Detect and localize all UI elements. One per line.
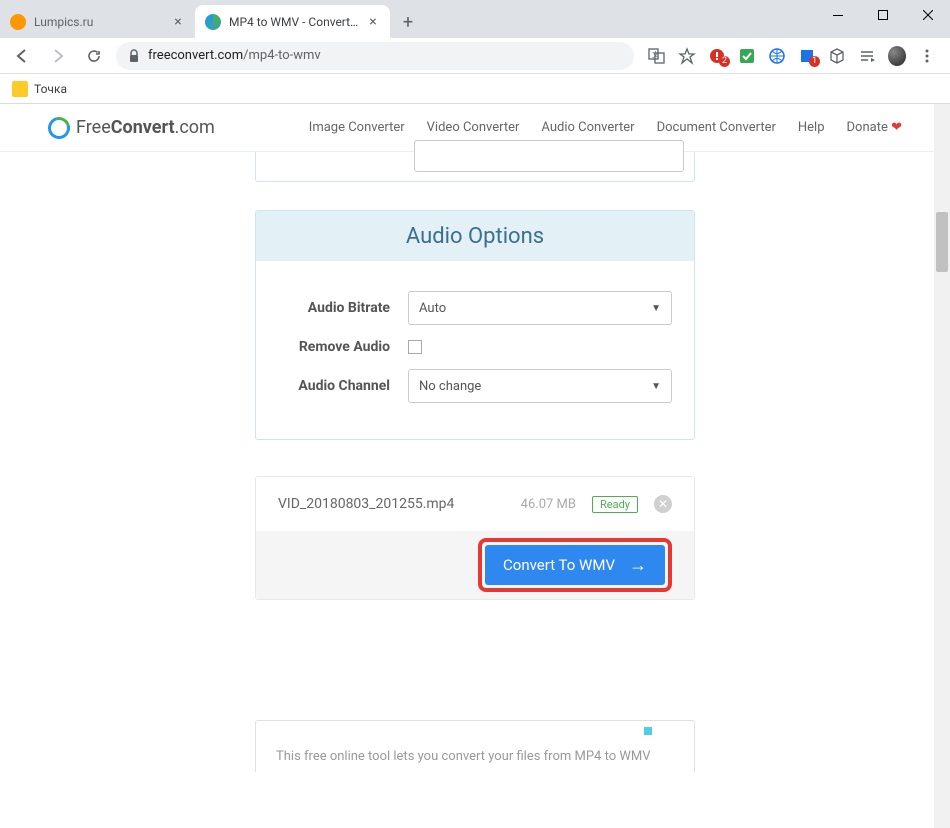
remove-audio-label: Remove Audio: [278, 339, 408, 355]
file-row: VID_20180803_201255.mp4 46.07 MB Ready ✕: [256, 477, 694, 531]
decorative-square: [644, 727, 652, 735]
heart-icon: ❤: [891, 120, 902, 135]
footer-text: This free online tool lets you convert y…: [276, 749, 651, 764]
channel-value: No change: [419, 379, 481, 394]
file-size: 46.07 MB: [521, 497, 576, 512]
file-status-badge: Ready: [592, 496, 638, 513]
chevron-down-icon: ▼: [651, 303, 661, 314]
vertical-scrollbar[interactable]: [934, 104, 950, 828]
chevron-down-icon: ▼: [651, 381, 661, 392]
address-bar[interactable]: freeconvert.com/mp4-to-wmv: [116, 42, 634, 70]
nav-document-converter[interactable]: Document Converter: [657, 120, 776, 135]
option-row-remove-audio: Remove Audio: [278, 339, 672, 355]
convert-button[interactable]: Convert To WMV →: [485, 545, 665, 585]
extension-blue-icon[interactable]: 1: [798, 47, 816, 65]
site-logo[interactable]: FreeConvert.com: [48, 117, 215, 139]
minimize-icon: [833, 15, 843, 16]
browser-toolbar: freeconvert.com/mp4-to-wmv 文 2 1: [0, 38, 950, 74]
nav-audio-converter[interactable]: Audio Converter: [541, 120, 634, 135]
arrow-right-icon: →: [629, 555, 647, 576]
page-viewport: FreeConvert.com Image Converter Video Co…: [0, 104, 950, 828]
nav-help[interactable]: Help: [798, 120, 825, 135]
profile-avatar[interactable]: [888, 47, 906, 65]
panel-heading: Audio Options: [256, 211, 694, 261]
remove-file-button[interactable]: ✕: [654, 495, 672, 513]
site-nav: Image Converter Video Converter Audio Co…: [309, 120, 902, 135]
bookmark-folder[interactable]: Точка: [12, 81, 67, 97]
logo-text: FreeConvert.com: [76, 117, 215, 138]
close-window-button[interactable]: [905, 0, 950, 30]
logo-icon: [44, 112, 74, 142]
favicon-icon: [205, 14, 221, 30]
menu-button[interactable]: [918, 47, 936, 65]
reload-button[interactable]: [80, 42, 108, 70]
close-icon: ✕: [658, 497, 668, 511]
nav-video-converter[interactable]: Video Converter: [427, 120, 520, 135]
svg-text:文: 文: [652, 50, 659, 59]
back-button[interactable]: [8, 42, 36, 70]
lock-icon: [128, 49, 140, 63]
nav-image-converter[interactable]: Image Converter: [309, 120, 405, 135]
scrollbar-thumb[interactable]: [936, 212, 948, 272]
minimize-button[interactable]: [815, 0, 860, 30]
convert-row: Convert To WMV →: [256, 531, 694, 599]
arrow-left-icon: [14, 48, 30, 64]
bookmarks-bar: Точка: [0, 74, 950, 104]
window-titlebar: Lumpics.ru × MP4 to WMV - Convert MP4 to…: [0, 0, 950, 38]
remove-audio-checkbox[interactable]: [408, 340, 422, 354]
extension-green-icon[interactable]: [738, 47, 756, 65]
maximize-icon: [878, 10, 888, 20]
extension-icons: 文 2 1: [642, 47, 942, 65]
option-row-bitrate: Audio Bitrate Auto ▼: [278, 291, 672, 325]
close-icon[interactable]: ×: [366, 15, 380, 29]
maximize-button[interactable]: [860, 0, 905, 30]
extension-red-icon[interactable]: 2: [708, 47, 726, 65]
browser-tab-inactive[interactable]: Lumpics.ru ×: [0, 5, 195, 38]
close-icon[interactable]: ×: [171, 15, 185, 29]
media-control-icon[interactable]: [858, 47, 876, 65]
previous-panel-stub: [255, 152, 695, 182]
tab-title: MP4 to WMV - Convert MP4 to W: [229, 15, 360, 29]
extension-cube-icon[interactable]: [828, 47, 846, 65]
highlight-annotation: Convert To WMV →: [478, 538, 672, 592]
page-content: Audio Options Audio Bitrate Auto ▼ Remov…: [0, 152, 950, 772]
reload-icon: [86, 48, 102, 64]
folder-icon: [12, 81, 28, 97]
url-text: freeconvert.com/mp4-to-wmv: [148, 48, 321, 63]
bitrate-value: Auto: [419, 301, 446, 316]
browser-tab-active[interactable]: MP4 to WMV - Convert MP4 to W ×: [195, 5, 390, 38]
bookmark-label: Точка: [34, 82, 67, 96]
forward-button[interactable]: [44, 42, 72, 70]
file-name: VID_20180803_201255.mp4: [278, 496, 505, 512]
channel-label: Audio Channel: [278, 378, 408, 394]
extension-globe-icon[interactable]: [768, 47, 786, 65]
option-row-channel: Audio Channel No change ▼: [278, 369, 672, 403]
bitrate-label: Audio Bitrate: [278, 300, 408, 316]
translate-icon[interactable]: 文: [648, 47, 666, 65]
favicon-icon: [10, 14, 26, 30]
bitrate-select[interactable]: Auto ▼: [408, 291, 672, 325]
arrow-right-icon: [50, 48, 66, 64]
star-icon[interactable]: [678, 47, 696, 65]
audio-options-panel: Audio Options Audio Bitrate Auto ▼ Remov…: [255, 210, 695, 440]
tab-title: Lumpics.ru: [34, 15, 165, 29]
close-icon: [923, 10, 933, 20]
footer-panel: This free online tool lets you convert y…: [255, 720, 695, 772]
file-panel: VID_20180803_201255.mp4 46.07 MB Ready ✕…: [255, 476, 695, 600]
window-controls: [815, 0, 950, 30]
nav-donate[interactable]: Donate ❤: [847, 120, 902, 135]
channel-select[interactable]: No change ▼: [408, 369, 672, 403]
new-tab-button[interactable]: +: [394, 8, 422, 36]
convert-label: Convert To WMV: [503, 556, 615, 574]
